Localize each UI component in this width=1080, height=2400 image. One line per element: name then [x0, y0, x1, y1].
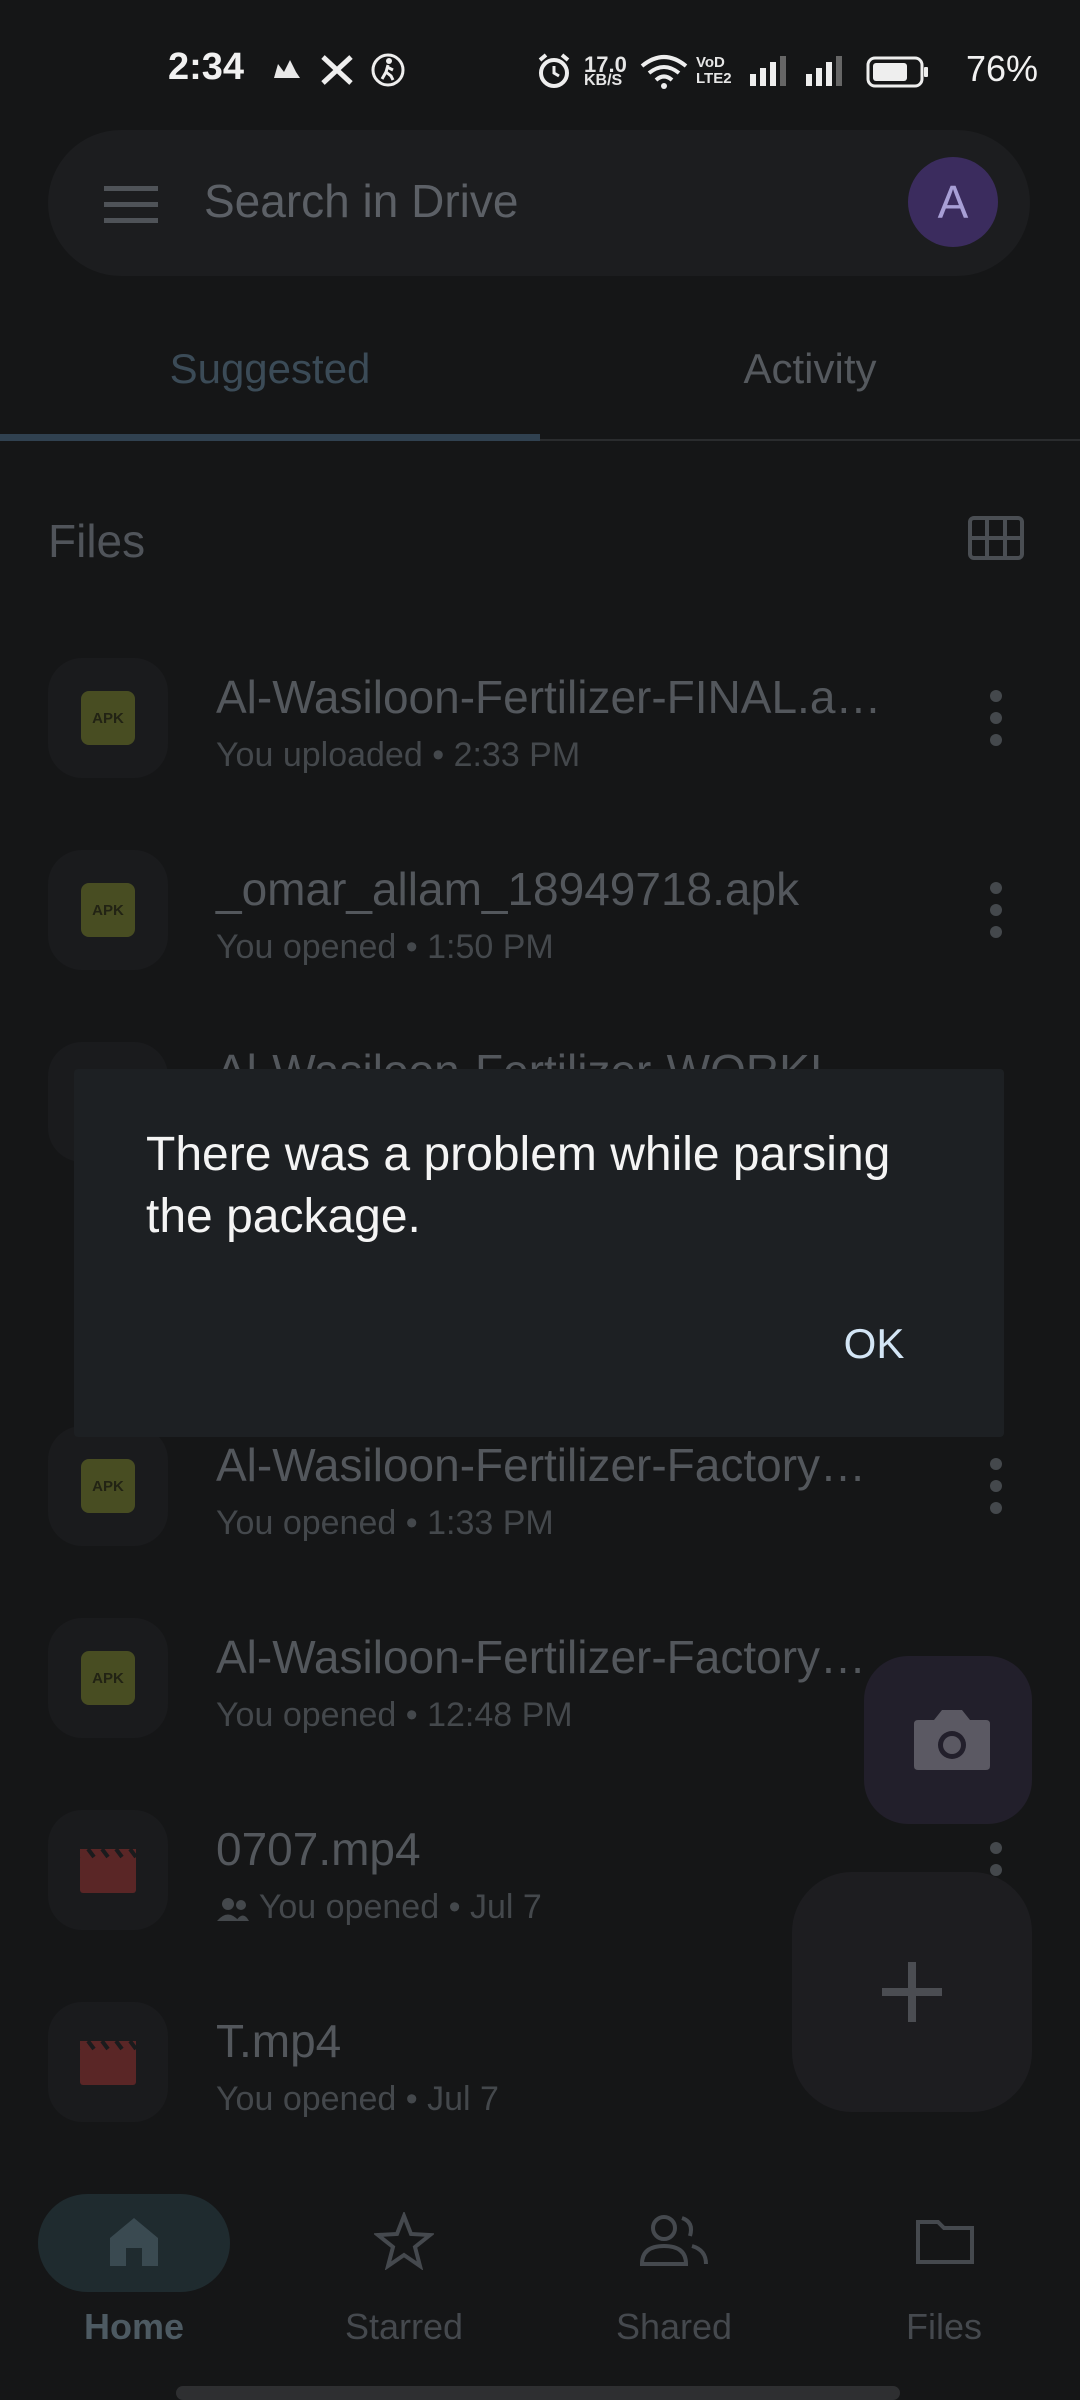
ok-button[interactable]: OK: [820, 1314, 928, 1374]
dialog-message: There was a problem while parsing the pa…: [146, 1128, 891, 1243]
